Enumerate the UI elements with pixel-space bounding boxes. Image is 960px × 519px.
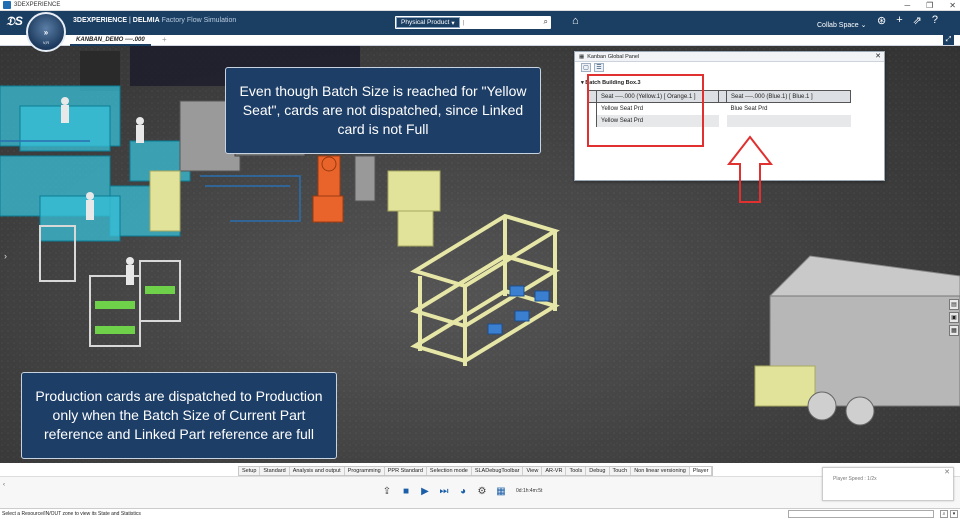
- save-icon[interactable]: ▢: [581, 63, 591, 72]
- brand-title: 3DEXPERIENCE | DELMIA Factory Flow Simul…: [73, 17, 236, 24]
- search-icon[interactable]: ⌕: [544, 17, 548, 27]
- expand-left-icon[interactable]: ›: [4, 251, 7, 261]
- add-icon[interactable]: +: [896, 14, 902, 27]
- settings-icon[interactable]: ⚙: [476, 485, 488, 497]
- status-bar: Select a Resource/IN/OUT zone to view it…: [0, 508, 960, 519]
- app-name: Factory Flow Simulation: [159, 17, 237, 24]
- maximize-icon[interactable]: ⤢: [943, 34, 954, 45]
- kanban-panel-close-icon[interactable]: ✕: [875, 52, 881, 60]
- caret-down-icon: ▾: [451, 19, 455, 27]
- add-tab-icon[interactable]: +: [162, 35, 167, 44]
- export-icon[interactable]: ⇪: [381, 485, 393, 497]
- simulation-time: 0d:1h:4m:5t: [516, 488, 543, 494]
- highlight-rectangle: [587, 74, 704, 147]
- search-input[interactable]: [462, 19, 543, 26]
- scroll-left-icon[interactable]: ‹: [3, 482, 5, 488]
- panel-icon: ▦: [579, 53, 585, 60]
- tab-sla-debug-toolbar[interactable]: SLADebugToolbar: [472, 467, 524, 475]
- card-cell[interactable]: Blue Seat Prd: [727, 103, 851, 115]
- search-bar: Physical Product ▾ ⌕: [395, 16, 551, 29]
- window-title: 3DEXPERIENCE: [14, 2, 61, 8]
- tab-player[interactable]: Player: [689, 467, 713, 475]
- user-icon[interactable]: ⊛: [877, 14, 886, 27]
- search-scope-dropdown[interactable]: Physical Product ▾: [396, 17, 460, 28]
- app-logo-icon: [3, 1, 11, 9]
- minimize-icon[interactable]: ─: [904, 1, 910, 10]
- compass-button[interactable]: » V,R: [26, 12, 66, 52]
- tab-non-linear-versioning[interactable]: Non linear versioning: [631, 467, 690, 475]
- status-buttons: ⌕ ▾: [940, 510, 958, 518]
- callout-dispatch-rule-text: Production cards are dispatched to Produ…: [35, 388, 323, 442]
- player-speed-close-icon[interactable]: ✕: [944, 468, 950, 476]
- chevron-down-icon: ⌄: [860, 22, 867, 29]
- action-bar-tabs: Setup Standard Analysis and output Progr…: [238, 466, 714, 476]
- tag-icon[interactable]: ⌂: [572, 15, 579, 27]
- tab-view[interactable]: View: [523, 467, 543, 475]
- view-tool-1-icon[interactable]: ▤: [949, 299, 959, 310]
- brand-prefix: 3DEXPERIENCE: [73, 17, 128, 24]
- collapse-icon: ▾: [581, 80, 584, 86]
- status-options-icon[interactable]: ▾: [950, 510, 958, 518]
- status-message: Select a Resource/IN/OUT zone to view it…: [2, 511, 141, 517]
- search-scope-label: Physical Product: [401, 19, 450, 26]
- compass-icon: »: [43, 27, 49, 37]
- tab-selection-mode[interactable]: Selection mode: [427, 467, 472, 475]
- close-icon[interactable]: ✕: [949, 1, 956, 10]
- tab-analysis-output[interactable]: Analysis and output: [290, 467, 345, 475]
- restore-icon[interactable]: ❐: [926, 1, 933, 10]
- tab-ar-vr[interactable]: AR-VR: [542, 467, 567, 475]
- tab-programming[interactable]: Programming: [345, 467, 385, 475]
- step-forward-icon[interactable]: ⏭: [438, 485, 450, 497]
- dassault-logo-icon: 𝔇S: [6, 14, 23, 28]
- right-toolbar: ▤ ▣ ▦: [949, 299, 959, 336]
- player-speed-label: Player Speed : 1/2x: [833, 476, 877, 482]
- tab-standard[interactable]: Standard: [260, 467, 290, 475]
- window-controls: ─ ❐ ✕: [904, 0, 956, 11]
- kanban-panel-toolbar: ▢ ☰: [575, 62, 884, 73]
- speed-gauge-icon[interactable]: ◕: [457, 485, 469, 497]
- view-tool-3-icon[interactable]: ▦: [949, 325, 959, 336]
- kanban-panel-titlebar: ▦ Kanban Global Panel ✕: [575, 52, 884, 62]
- top-icons: ⊛ + ⇗ ?: [877, 14, 938, 27]
- compass-label: V,R: [42, 40, 50, 45]
- tab-setup[interactable]: Setup: [239, 467, 261, 475]
- view-tool-2-icon[interactable]: ▣: [949, 312, 959, 323]
- player-controls: ⇪ ■ ▶ ⏭ ◕ ⚙ ▦ 0d:1h:4m:5t: [381, 485, 543, 497]
- window-title-bar: 3DEXPERIENCE ─ ❐ ✕: [0, 0, 960, 11]
- tab-debug[interactable]: Debug: [586, 467, 610, 475]
- brand-name: DELMIA: [132, 17, 160, 24]
- tab-kanban-demo[interactable]: KANBAN_DEMO ----.000: [70, 35, 151, 46]
- status-search-icon[interactable]: ⌕: [940, 510, 948, 518]
- player-speed-panel: Player Speed : 1/2x ✕: [822, 467, 954, 501]
- kanban-panel-title: Kanban Global Panel: [587, 53, 640, 60]
- list-icon[interactable]: ☰: [594, 63, 604, 72]
- tab-touch[interactable]: Touch: [610, 467, 632, 475]
- header-blue-seat[interactable]: Seat ----.000 (Blue.1) [ Blue.1 ]: [726, 90, 851, 103]
- callout-dispatch-rule: Production cards are dispatched to Produ…: [21, 372, 337, 459]
- up-arrow-annotation: [726, 135, 774, 203]
- play-icon[interactable]: ▶: [419, 485, 431, 497]
- callout-batch-size: Even though Batch Size is reached for "Y…: [225, 67, 541, 154]
- tab-ppr-standard[interactable]: PPR Standard: [385, 467, 427, 475]
- card-cell[interactable]: [726, 114, 851, 127]
- grid-icon[interactable]: ▦: [495, 485, 507, 497]
- share-icon[interactable]: ⇗: [913, 14, 922, 27]
- collab-space-label: Collab Space: [817, 22, 859, 29]
- help-icon[interactable]: ?: [932, 14, 938, 27]
- tab-tools[interactable]: Tools: [566, 467, 587, 475]
- callout-batch-size-text: Even though Batch Size is reached for "Y…: [239, 83, 527, 137]
- tab-strip: KANBAN_DEMO ----.000 + ⤢: [0, 34, 960, 46]
- collab-space-dropdown[interactable]: Collab Space ⌄: [817, 21, 866, 29]
- command-input[interactable]: [788, 510, 934, 518]
- stop-icon[interactable]: ■: [400, 485, 412, 497]
